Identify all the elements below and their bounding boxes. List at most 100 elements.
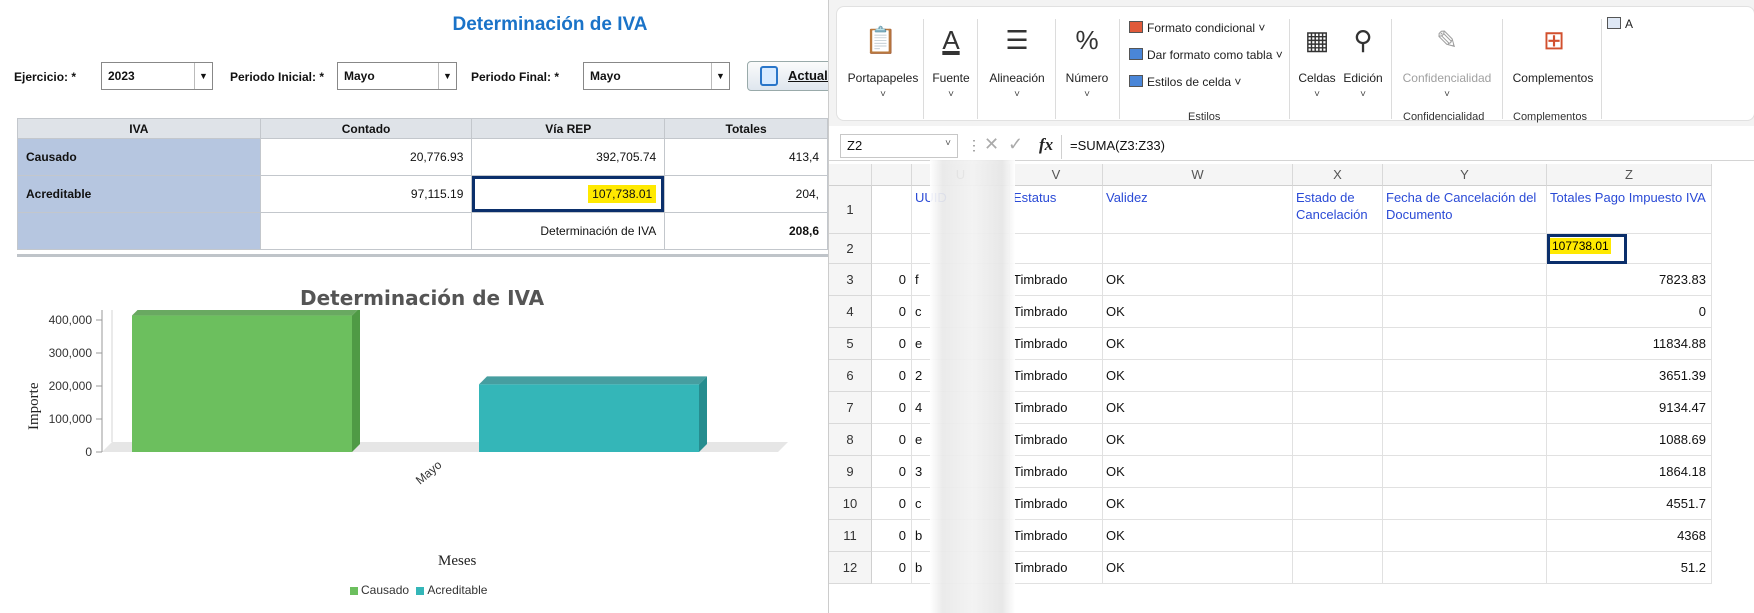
cell-x[interactable] <box>1293 424 1383 456</box>
cell-t[interactable]: 0 <box>872 456 912 488</box>
cell-y[interactable] <box>1383 264 1547 296</box>
cell-y[interactable] <box>1383 328 1547 360</box>
cell-z[interactable]: 4368 <box>1547 520 1712 552</box>
cell-w[interactable]: OK <box>1103 488 1293 520</box>
cell-w[interactable]: OK <box>1103 424 1293 456</box>
alineacion-button[interactable]: Alineación ˅ <box>981 71 1053 100</box>
header-cell-y[interactable]: Fecha de Cancelación del Documento <box>1383 186 1547 234</box>
header-cell-t[interactable] <box>872 186 912 234</box>
row-header[interactable]: 5 <box>829 328 872 360</box>
cell-z[interactable]: 51.2 <box>1547 552 1712 584</box>
cell-w[interactable]: OK <box>1103 328 1293 360</box>
column-header-v[interactable]: V <box>1010 164 1103 186</box>
row-header[interactable]: 6 <box>829 360 872 392</box>
selected-cell-z2[interactable]: 107738.01 <box>1547 234 1627 264</box>
column-header-x[interactable]: X <box>1293 164 1383 186</box>
cell-t[interactable]: 0 <box>872 264 912 296</box>
periodo-final-select[interactable]: Mayo ▼ <box>583 62 730 90</box>
insert-function-icon[interactable]: fx <box>1039 135 1053 155</box>
cell-t[interactable]: 0 <box>872 552 912 584</box>
cell-y[interactable] <box>1383 552 1547 584</box>
cell-z[interactable]: 1864.18 <box>1547 456 1712 488</box>
cell-v[interactable]: Timbrado <box>1010 328 1103 360</box>
actualizar-button[interactable]: Actuali <box>747 61 828 91</box>
edicion-button[interactable]: Edición ˅ <box>1341 71 1385 100</box>
cell-z[interactable]: 4551.7 <box>1547 488 1712 520</box>
cell-v[interactable]: Timbrado <box>1010 520 1103 552</box>
cell-v[interactable]: Timbrado <box>1010 392 1103 424</box>
cell-v[interactable]: Timbrado <box>1010 264 1103 296</box>
row-header[interactable]: 2 <box>829 234 872 264</box>
cell-x[interactable] <box>1293 488 1383 520</box>
header-cell-z[interactable]: Totales Pago Impuesto IVA <box>1547 186 1712 234</box>
cell-z[interactable]: 1088.69 <box>1547 424 1712 456</box>
cell-v[interactable]: Timbrado <box>1010 488 1103 520</box>
cell-w[interactable]: OK <box>1103 456 1293 488</box>
cell-w[interactable]: OK <box>1103 360 1293 392</box>
header-cell-v[interactable]: Estatus <box>1010 186 1103 234</box>
cell-w[interactable]: OK <box>1103 296 1293 328</box>
cell-row-2-t[interactable] <box>872 234 912 264</box>
numero-button[interactable]: Número ˅ <box>1059 71 1115 100</box>
cancel-icon[interactable]: ✕ <box>984 134 999 155</box>
cell-z[interactable]: 9134.47 <box>1547 392 1712 424</box>
cell-t[interactable]: 0 <box>872 424 912 456</box>
cell-w[interactable]: OK <box>1103 264 1293 296</box>
column-header-z[interactable]: Z <box>1547 164 1712 186</box>
cell-t[interactable]: 0 <box>872 520 912 552</box>
complementos-button[interactable]: Complementos <box>1507 71 1599 85</box>
row-header[interactable]: 11 <box>829 520 872 552</box>
cell-x[interactable] <box>1293 392 1383 424</box>
formato-condicional-button[interactable]: Formato condicional ˅ <box>1129 21 1265 35</box>
cell-t[interactable]: 0 <box>872 328 912 360</box>
cell-z[interactable]: 7823.83 <box>1547 264 1712 296</box>
cell-w[interactable]: OK <box>1103 552 1293 584</box>
cell-v[interactable]: Timbrado <box>1010 552 1103 584</box>
portapapeles-button[interactable]: Portapapeles ˅ <box>843 71 923 100</box>
cell-x[interactable] <box>1293 328 1383 360</box>
confidencialidad-button[interactable]: Confidencialidad ˅ <box>1397 71 1497 100</box>
estilos-celda-button[interactable]: Estilos de celda ˅ <box>1129 75 1241 89</box>
row-header[interactable]: 7 <box>829 392 872 424</box>
header-cell-w[interactable]: Validez <box>1103 186 1293 234</box>
cell-z[interactable]: 11834.88 <box>1547 328 1712 360</box>
cell-t[interactable]: 0 <box>872 392 912 424</box>
row-header[interactable]: 9 <box>829 456 872 488</box>
cell-y[interactable] <box>1383 520 1547 552</box>
cell-x[interactable] <box>1293 520 1383 552</box>
cell-t[interactable]: 0 <box>872 296 912 328</box>
cell-x[interactable] <box>1293 296 1383 328</box>
check-icon[interactable]: ✓ <box>1008 134 1023 155</box>
cell-y[interactable] <box>1383 424 1547 456</box>
cell-v[interactable]: Timbrado <box>1010 296 1103 328</box>
cell-row-2-w[interactable] <box>1103 234 1293 264</box>
cell-row-2-y[interactable] <box>1383 234 1547 264</box>
cell-v[interactable]: Timbrado <box>1010 456 1103 488</box>
formula-input[interactable]: =SUMA(Z3:Z33) <box>1061 135 1751 159</box>
row-header[interactable]: 10 <box>829 488 872 520</box>
row-header[interactable]: 1 <box>829 186 872 234</box>
cell-row-2-v[interactable] <box>1010 234 1103 264</box>
cell-w[interactable]: OK <box>1103 392 1293 424</box>
dar-formato-tabla-button[interactable]: Dar formato como tabla ˅ <box>1129 48 1283 62</box>
cell-z[interactable]: 3651.39 <box>1547 360 1712 392</box>
cell-v[interactable]: Timbrado <box>1010 424 1103 456</box>
column-header-w[interactable]: W <box>1103 164 1293 186</box>
cell-y[interactable] <box>1383 360 1547 392</box>
periodo-inicial-select[interactable]: Mayo ▼ <box>337 62 457 90</box>
select-all-corner[interactable] <box>829 164 872 186</box>
cell-z[interactable]: 0 <box>1547 296 1712 328</box>
row-header[interactable]: 12 <box>829 552 872 584</box>
cell-y[interactable] <box>1383 488 1547 520</box>
cell-x[interactable] <box>1293 264 1383 296</box>
cell-t[interactable]: 0 <box>872 360 912 392</box>
row-header[interactable]: 4 <box>829 296 872 328</box>
ejercicio-select[interactable]: 2023 ▼ <box>101 62 213 90</box>
cell-v[interactable]: Timbrado <box>1010 360 1103 392</box>
row-header[interactable]: 3 <box>829 264 872 296</box>
cell-x[interactable] <box>1293 360 1383 392</box>
fuente-button[interactable]: Fuente ˅ <box>929 71 973 100</box>
celdas-button[interactable]: Celdas ˅ <box>1295 71 1339 100</box>
cell-t[interactable]: 0 <box>872 488 912 520</box>
cell-w[interactable]: OK <box>1103 520 1293 552</box>
